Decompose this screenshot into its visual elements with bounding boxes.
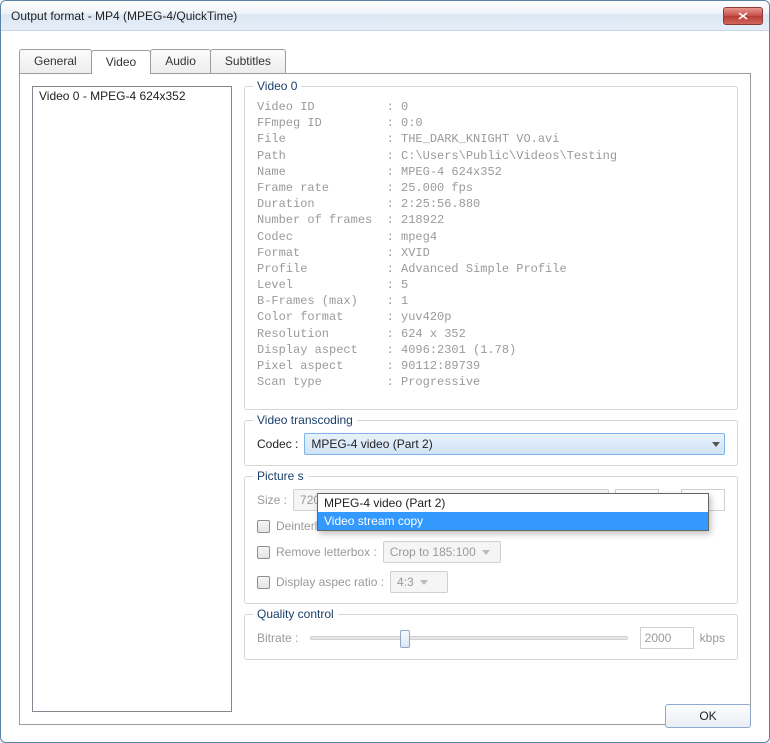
remove-letterbox-checkbox[interactable]	[257, 546, 270, 559]
aspect-combo: 4:3	[390, 571, 448, 593]
titlebar[interactable]: Output format - MP4 (MPEG-4/QuickTime)	[1, 1, 769, 31]
window-title: Output format - MP4 (MPEG-4/QuickTime)	[7, 9, 723, 23]
dialog-window: Output format - MP4 (MPEG-4/QuickTime) G…	[0, 0, 770, 743]
tab-video[interactable]: Video	[91, 50, 151, 74]
ok-button[interactable]: OK	[665, 704, 751, 728]
chevron-down-icon	[712, 442, 720, 447]
client-area: General Video Audio Subtitles Video 0 - …	[1, 31, 769, 742]
close-icon	[738, 12, 748, 20]
stream-list[interactable]: Video 0 - MPEG-4 624x352	[32, 86, 232, 712]
codec-combo-value: MPEG-4 video (Part 2)	[311, 437, 432, 451]
deinterlace-checkbox[interactable]	[257, 520, 270, 533]
close-button[interactable]	[723, 7, 763, 25]
codec-label: Codec :	[257, 437, 298, 451]
codec-dropdown-popup[interactable]: MPEG-4 video (Part 2) Video stream copy	[317, 493, 709, 531]
tab-row: General Video Audio Subtitles	[19, 49, 751, 73]
crop-combo: Crop to 185:100	[383, 541, 501, 563]
group-quality: Quality control Bitrate : kbps	[244, 614, 738, 660]
bitrate-field[interactable]	[640, 627, 694, 649]
right-column: Video 0 Video ID : 0 FFmpeg ID : 0:0 Fil…	[244, 86, 738, 712]
size-label: Size :	[257, 493, 287, 507]
codec-combo[interactable]: MPEG-4 video (Part 2)	[304, 433, 725, 455]
group-title-transcoding: Video transcoding	[253, 413, 357, 427]
chevron-down-icon	[482, 550, 490, 555]
display-aspect-label: Display aspec ratio :	[276, 575, 384, 589]
group-title-quality: Quality control	[253, 607, 338, 621]
codec-option-mpeg4[interactable]: MPEG-4 video (Part 2)	[318, 494, 708, 512]
dialog-buttons: OK	[665, 704, 751, 728]
display-aspect-checkbox[interactable]	[257, 576, 270, 589]
crop-combo-value: Crop to 185:100	[390, 545, 476, 559]
aspect-combo-value: 4:3	[397, 575, 414, 589]
group-title-picture: Picture s	[253, 469, 308, 483]
list-item[interactable]: Video 0 - MPEG-4 624x352	[33, 87, 231, 105]
tab-general[interactable]: General	[19, 49, 92, 73]
chevron-down-icon	[420, 580, 428, 585]
group-video-info: Video 0 Video ID : 0 FFmpeg ID : 0:0 Fil…	[244, 86, 738, 410]
bitrate-unit: kbps	[700, 631, 725, 645]
slider-thumb[interactable]	[400, 630, 410, 648]
tab-subtitles[interactable]: Subtitles	[210, 49, 286, 73]
tab-audio[interactable]: Audio	[150, 49, 211, 73]
codec-option-streamcopy[interactable]: Video stream copy	[318, 512, 708, 530]
bitrate-label: Bitrate :	[257, 631, 298, 645]
tab-body: Video 0 - MPEG-4 624x352 Video 0 Video I…	[19, 73, 751, 725]
remove-letterbox-label: Remove letterbox :	[276, 545, 377, 559]
group-transcoding: Video transcoding Codec : MPEG-4 video (…	[244, 420, 738, 466]
bitrate-slider[interactable]	[310, 636, 627, 640]
video-info-text: Video ID : 0 FFmpeg ID : 0:0 File : THE_…	[257, 99, 725, 390]
group-title-video: Video 0	[253, 79, 301, 93]
